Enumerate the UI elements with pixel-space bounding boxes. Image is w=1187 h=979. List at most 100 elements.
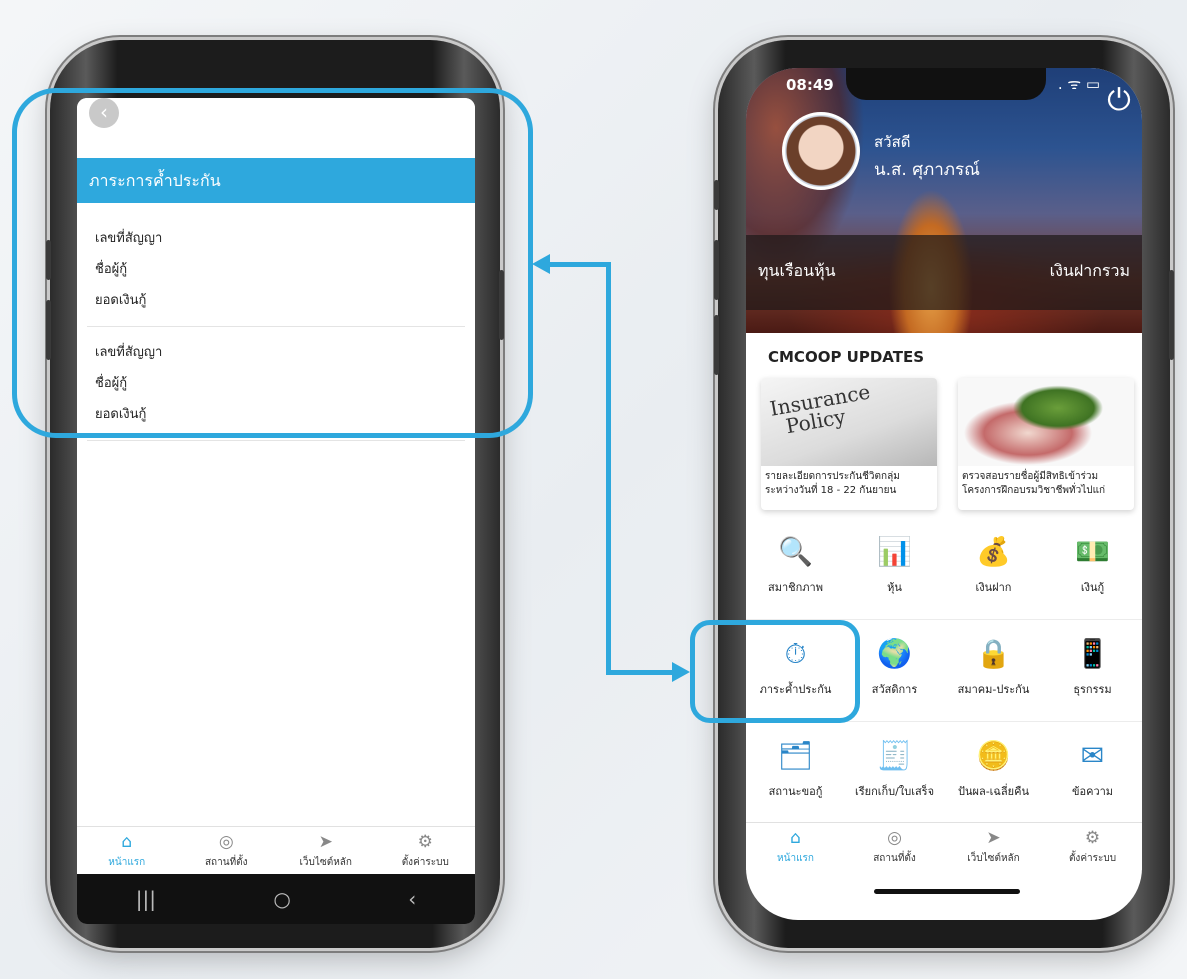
- connector-line-vertical: [606, 262, 611, 675]
- compass-icon: ◎: [887, 828, 902, 848]
- share-capital-label[interactable]: ทุนเรือนหุ้น: [758, 259, 836, 284]
- menu-welfare[interactable]: 🌍 สวัสดิการ: [845, 620, 944, 721]
- status-time: 08:49: [786, 76, 834, 94]
- total-deposit-label[interactable]: เงินฝากรวม: [1050, 259, 1130, 284]
- tab-settings[interactable]: ⚙ ตั้งค่าระบบ: [1043, 823, 1142, 870]
- bottom-tab-bar: ⌂ หน้าแรก ◎ สถานที่ตั้ง ➤ เว็บไซต์หลัก ⚙…: [77, 826, 475, 874]
- guarantee-stopwatch-icon: ⏱: [784, 637, 807, 670]
- shares-chart-icon: 📊: [877, 535, 912, 568]
- connector-line-top: [548, 262, 610, 267]
- left-phone-power-button: [499, 270, 504, 340]
- menu-row: ⏱ ภาระค้ำประกัน 🌍 สวัสดิการ 🔒 สมาคม-ประก…: [746, 620, 1142, 722]
- list-item[interactable]: เลขที่สัญญา ชื่อผู้กู้ ยอดเงินกู้: [87, 213, 465, 327]
- news-card-insurance[interactable]: Insurance Policy รายละเอียดการประกันชีวิ…: [761, 378, 937, 510]
- menu-loan-status[interactable]: 🗂 สถานะขอกู้: [746, 722, 845, 823]
- arrowhead-left: [532, 254, 550, 274]
- right-phone-mute-switch: [714, 180, 719, 210]
- tab-location[interactable]: ◎ สถานที่ตั้ง: [845, 823, 944, 870]
- tab-website[interactable]: ➤ เว็บไซต์หลัก: [276, 827, 376, 874]
- menu-label: สวัสดิการ: [871, 683, 918, 696]
- right-phone-volume-up: [714, 240, 719, 300]
- menu-deposit[interactable]: 💰 เงินฝาก: [944, 518, 1043, 619]
- menu-loan[interactable]: 💵 เงินกู้: [1043, 518, 1142, 619]
- membership-search-icon: 🔍: [778, 535, 813, 568]
- loan-amount-label: ยอดเงินกู้: [95, 293, 147, 308]
- tab-website[interactable]: ➤ เว็บไซต์หลัก: [944, 823, 1043, 870]
- menu-row: 🔍 สมาชิกภาพ 📊 หุ้น 💰 เงินฝาก 💵 เงินกู้: [746, 518, 1142, 620]
- association-lock-icon: 🔒: [976, 637, 1011, 670]
- home-button[interactable]: ○: [273, 887, 290, 911]
- notch: [846, 68, 1046, 100]
- power-icon[interactable]: ⏻: [1102, 84, 1136, 118]
- news-image-text: Insurance Policy: [768, 380, 875, 439]
- gear-icon: ⚙: [1084, 828, 1101, 848]
- avatar[interactable]: [782, 112, 860, 190]
- balance-bar: ทุนเรือนหุ้น เงินฝากรวม: [746, 235, 1142, 310]
- tab-home[interactable]: ⌂ หน้าแรก: [746, 823, 845, 870]
- gear-icon: ⚙: [417, 832, 433, 852]
- home-icon: ⌂: [121, 832, 133, 852]
- home-indicator[interactable]: [874, 889, 1020, 894]
- menu-label: เงินฝาก: [975, 581, 1012, 594]
- loan-amount-label: ยอดเงินกู้: [95, 407, 147, 422]
- tab-settings[interactable]: ⚙ ตั้งค่าระบบ: [376, 827, 476, 874]
- menu-grid: 🔍 สมาชิกภาพ 📊 หุ้น 💰 เงินฝาก 💵 เงินกู้ ⏱…: [746, 518, 1142, 824]
- message-envelope-icon: ✉: [1080, 739, 1105, 772]
- contract-number-label: เลขที่สัญญา: [95, 231, 163, 246]
- menu-label: เงินกู้: [1080, 581, 1105, 594]
- tab-label: หน้าแรก: [777, 853, 814, 864]
- news-image: Insurance Policy: [761, 378, 937, 466]
- back-nav-button[interactable]: ‹: [408, 887, 416, 911]
- back-button[interactable]: ‹: [89, 98, 119, 128]
- status-indicators: . ᯤ ▭: [1057, 75, 1100, 93]
- tab-label: สถานที่ตั้ง: [204, 857, 248, 868]
- page-title: ภาระการค้ำประกัน: [77, 158, 475, 203]
- navigation-icon: ➤: [986, 828, 1001, 848]
- billing-receipt-icon: 🧾: [877, 739, 912, 772]
- borrower-name-label: ชื่อผู้กู้: [95, 262, 128, 277]
- menu-label: เรียกเก็บ/ใบเสร็จ: [854, 785, 935, 798]
- compass-icon: ◎: [218, 832, 234, 852]
- transaction-phone-icon: 📱: [1075, 637, 1110, 670]
- news-card-training[interactable]: ตรวจสอบรายชื่อผู้มีสิทธิเข้าร่วม โครงการ…: [958, 378, 1134, 510]
- loan-status-icon: 🗂: [777, 739, 814, 772]
- menu-label: ภาระค้ำประกัน: [759, 683, 832, 696]
- bottom-tab-bar: ⌂ หน้าแรก ◎ สถานที่ตั้ง ➤ เว็บไซต์หลัก ⚙…: [746, 822, 1142, 870]
- top-bar: ‹: [77, 98, 475, 158]
- greeting-text: สวัสดี: [874, 133, 911, 151]
- tab-label: สถานที่ตั้ง: [873, 853, 916, 864]
- menu-row: 🗂 สถานะขอกู้ 🧾 เรียกเก็บ/ใบเสร็จ 🪙 ปันผล…: [746, 722, 1142, 824]
- left-phone-frame: ‹ ภาระการค้ำประกัน เลขที่สัญญา ชื่อผู้กู…: [46, 40, 504, 948]
- left-phone-volume-button: [46, 240, 51, 280]
- borrower-name-label: ชื่อผู้กู้: [95, 376, 128, 391]
- menu-guarantee[interactable]: ⏱ ภาระค้ำประกัน: [746, 620, 845, 721]
- menu-membership[interactable]: 🔍 สมาชิกภาพ: [746, 518, 845, 619]
- welfare-globe-icon: 🌍: [877, 637, 912, 670]
- menu-dividend[interactable]: 🪙 ปันผล-เฉลี่ยคืน: [944, 722, 1043, 823]
- right-phone-volume-down: [714, 315, 719, 375]
- tab-label: เว็บไซต์หลัก: [967, 853, 1020, 864]
- list-item[interactable]: เลขที่สัญญา ชื่อผู้กู้ ยอดเงินกู้: [87, 327, 465, 441]
- menu-message[interactable]: ✉ ข้อความ: [1043, 722, 1142, 823]
- menu-billing-receipt[interactable]: 🧾 เรียกเก็บ/ใบเสร็จ: [845, 722, 944, 823]
- menu-association-insurance[interactable]: 🔒 สมาคม-ประกัน: [944, 620, 1043, 721]
- menu-label: สมาคม-ประกัน: [957, 683, 1030, 696]
- menu-label: หุ้น: [887, 581, 902, 594]
- menu-label: สถานะขอกู้: [768, 785, 823, 798]
- menu-transaction[interactable]: 📱 ธุรกรรม: [1043, 620, 1142, 721]
- news-caption: รายละเอียดการประกันชีวิตกลุ่ม ระหว่างวัน…: [765, 471, 900, 496]
- menu-label: ข้อความ: [1071, 785, 1114, 798]
- tab-location[interactable]: ◎ สถานที่ตั้ง: [177, 827, 277, 874]
- recents-button[interactable]: |||: [136, 887, 156, 911]
- menu-label: ธุรกรรม: [1073, 683, 1112, 696]
- tab-label: ตั้งค่าระบบ: [401, 857, 449, 868]
- tab-label: หน้าแรก: [108, 857, 146, 868]
- connector-line-bottom: [606, 670, 676, 675]
- deposit-moneybag-icon: 💰: [976, 535, 1011, 568]
- tab-home[interactable]: ⌂ หน้าแรก: [77, 827, 177, 874]
- menu-shares[interactable]: 📊 หุ้น: [845, 518, 944, 619]
- contract-number-label: เลขที่สัญญา: [95, 345, 163, 360]
- loan-hand-icon: 💵: [1075, 535, 1110, 568]
- android-navigation-bar: ||| ○ ‹: [77, 874, 475, 924]
- right-phone-frame: 08:49 . ᯤ ▭ ⏻ สวัสดี น.ส. ศุภาภรณ์ ทุนเร…: [714, 40, 1174, 948]
